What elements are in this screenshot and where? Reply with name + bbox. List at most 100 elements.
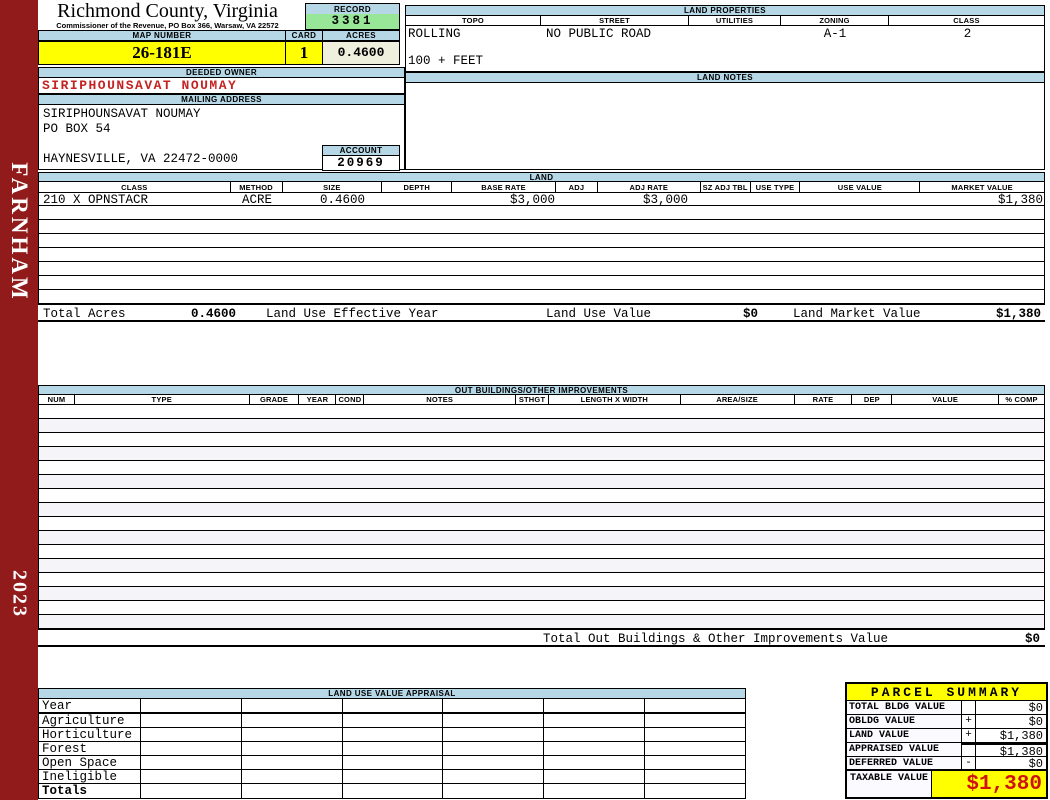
appraisal-empty-cell — [242, 784, 343, 798]
appraisal-empty-cell — [443, 784, 545, 798]
appraisal-row-label: Agriculture — [39, 714, 141, 727]
land-use-appraisal-title: LAND USE VALUE APPRAISAL — [38, 688, 746, 699]
out-buildings-empty-row — [39, 503, 1044, 517]
land-header-cell: MARKET VALUE — [951, 182, 1013, 192]
land-use-appraisal-table: Year Agriculture Horticulture Forest Open Sp… — [38, 699, 746, 799]
out-buildings-empty-row — [39, 433, 1044, 447]
out-buildings-header-cell: % COMP — [1005, 395, 1038, 404]
appraisal-empty-cell — [544, 770, 646, 783]
mailing-line-3: HAYNESVILLE, VA 22472-0000 — [43, 152, 239, 166]
county-subtitle: Commissioner of the Revenue, PO Box 366,… — [56, 21, 279, 30]
out-buildings-empty-row — [39, 419, 1044, 433]
taxable-value-amount: $1,380 — [932, 771, 1046, 797]
out-buildings-empty-row — [39, 461, 1044, 475]
district-label: FARNHAM — [7, 162, 32, 302]
land-market-value: $1,380 — [995, 307, 1041, 321]
land-market-value-label: Land Market Value — [793, 307, 921, 321]
land-header-cell: SIZE — [283, 182, 383, 192]
land-empty-row — [39, 276, 1044, 290]
tax-year-label: 2023 — [8, 570, 31, 618]
appraisal-empty-cell — [443, 714, 545, 727]
frontage-value: 100 + FEET — [408, 54, 484, 68]
land-empty-row — [39, 290, 1044, 304]
appraisal-empty-cell — [544, 742, 646, 755]
out-buildings-empty-row — [39, 475, 1044, 489]
appraisal-row-label: Horticulture — [39, 728, 141, 741]
parcel-summary-row-label: LAND VALUE — [847, 729, 962, 742]
appraisal-empty-cell — [645, 770, 745, 783]
appraisal-empty-cell — [544, 756, 646, 769]
parcel-summary-row: OBLDG VALUE + $0 — [847, 715, 1046, 729]
street-value: NO PUBLIC ROAD — [546, 27, 652, 41]
land-header-cell: ADJ RATE — [598, 182, 701, 192]
map-number-label: MAP NUMBER — [38, 30, 286, 41]
out-buildings-header-cell: LENGTH X WIDTH — [549, 395, 681, 404]
land-header-row: CLASS METHOD SIZE DEPTH BASE RATE ADJ ADJ RATE… — [38, 182, 1045, 193]
parcel-summary-row: APPRAISED VALUE $1,380 — [847, 743, 1046, 759]
appraisal-empty-cell — [343, 756, 444, 769]
out-buildings-header-cell: YEAR — [299, 395, 337, 404]
land-section-title: LAND — [38, 172, 1045, 182]
card-label: CARD — [285, 30, 323, 41]
land-notes-title: LAND NOTES — [405, 72, 1045, 83]
out-buildings-total-value: $0 — [1024, 632, 1040, 646]
appraisal-empty-cell — [242, 714, 343, 727]
appraisal-empty-cell — [242, 699, 343, 712]
parcel-summary-row-label: APPRAISED VALUE — [847, 743, 962, 756]
appraisal-empty-cell — [645, 714, 745, 727]
out-buildings-header-cell: AREA/SIZE — [681, 395, 795, 404]
out-buildings-header-cell: NOTES — [364, 395, 517, 404]
land-data-cell: $1,380 — [997, 193, 1043, 207]
parcel-summary-row-label: TOTAL BLDG VALUE — [847, 701, 962, 714]
appraisal-empty-cell — [343, 714, 444, 727]
parcel-summary-operator: - — [962, 757, 976, 769]
appraisal-empty-cell — [645, 756, 745, 769]
county-title: Richmond County, Virginia — [57, 0, 278, 22]
out-buildings-empty-row — [39, 517, 1044, 531]
account-label: ACCOUNT — [322, 145, 400, 156]
land-header-cell: CLASS — [39, 182, 231, 192]
appraisal-empty-cell — [443, 699, 545, 712]
land-notes-box — [405, 83, 1045, 170]
appraisal-empty-cell — [645, 728, 745, 741]
parcel-summary-operator: + — [962, 715, 976, 728]
land-use-value-label: Land Use Value — [546, 307, 652, 321]
land-properties-header-cell: CLASS — [953, 16, 980, 25]
appraisal-empty-cell — [443, 770, 545, 783]
out-buildings-header-cell: STHGT — [516, 395, 549, 404]
appraisal-row: Ineligible — [39, 770, 745, 784]
out-buildings-totals-row: Total Out Buildings & Other Improvements… — [38, 629, 1045, 647]
appraisal-empty-cell — [343, 742, 444, 755]
parcel-summary: PARCEL SUMMARY TOTAL BLDG VALUE $0 OBLDG V… — [845, 682, 1048, 799]
parcel-summary-row: TOTAL BLDG VALUE $0 — [847, 701, 1046, 715]
out-buildings-header-cell: GRADE — [250, 395, 300, 404]
appraisal-row-label: Ineligible — [39, 770, 141, 783]
out-buildings-empty-row — [39, 489, 1044, 503]
out-buildings-header-cell: COND — [336, 395, 365, 404]
out-buildings-rows — [38, 405, 1045, 629]
parcel-summary-row-label: OBLDG VALUE — [847, 715, 962, 728]
taxable-value-row: TAXABLE VALUE $1,380 — [847, 771, 1046, 797]
land-empty-row — [39, 248, 1044, 262]
parcel-summary-title: PARCEL SUMMARY — [847, 684, 1046, 701]
land-empty-row — [39, 220, 1044, 234]
deeded-owner-value: SIRIPHOUNSAVAT NOUMAY — [38, 78, 405, 94]
land-totals-row: Total Acres 0.4600 Land Use Effective Ye… — [38, 304, 1045, 322]
acres-value: 0.4600 — [322, 41, 400, 65]
out-buildings-empty-row — [39, 573, 1044, 587]
out-buildings-header-cell: DEP — [852, 395, 893, 404]
appraisal-empty-cell — [343, 728, 444, 741]
appraisal-empty-cell — [544, 784, 646, 798]
land-data-cell: $3,000 — [509, 193, 555, 207]
parcel-summary-row-value: $0 — [1028, 715, 1043, 729]
out-buildings-empty-row — [39, 545, 1044, 559]
parcel-summary-row-value: $1,380 — [976, 743, 1046, 759]
appraisal-empty-cell — [141, 784, 242, 798]
parcel-summary-row-label: DEFERRED VALUE — [847, 757, 962, 769]
parcel-summary-operator — [962, 701, 976, 714]
property-record-card: FARNHAM 2023 Richmond County, Virginia C… — [0, 0, 1050, 800]
land-properties-header-cell: ZONING — [781, 16, 889, 25]
land-use-value: $0 — [742, 307, 758, 321]
appraisal-row-label: Open Space — [39, 756, 141, 769]
class-value: 2 — [963, 27, 972, 41]
